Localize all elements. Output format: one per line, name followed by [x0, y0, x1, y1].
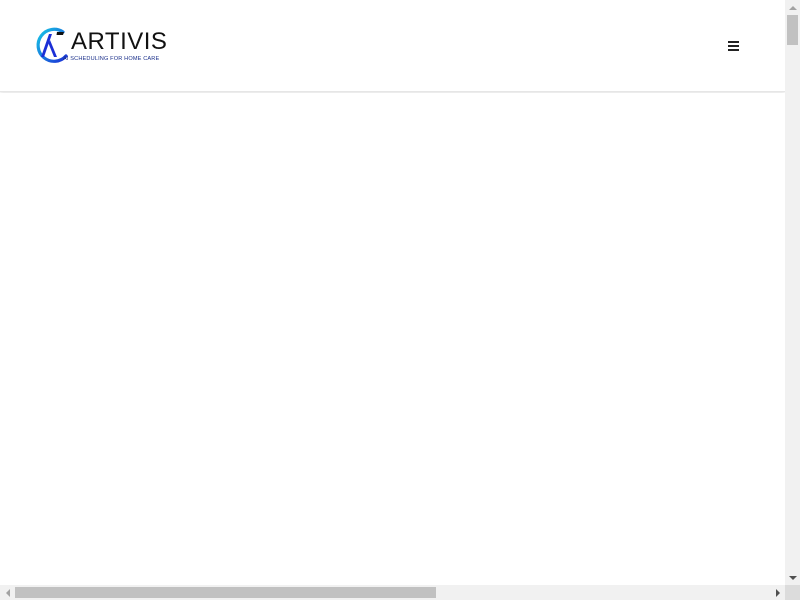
scrollbar-corner	[785, 585, 800, 600]
scroll-right-arrow-icon[interactable]	[770, 585, 785, 600]
vertical-scrollbar[interactable]	[785, 0, 800, 585]
scroll-down-arrow-icon[interactable]	[785, 570, 800, 585]
vertical-scrollbar-thumb[interactable]	[787, 15, 798, 45]
horizontal-scrollbar-thumb[interactable]	[15, 587, 436, 598]
scroll-up-arrow-icon[interactable]	[785, 0, 800, 15]
logo-tagline: AI SCHEDULING FOR HOME CARE	[63, 56, 160, 62]
scroll-left-arrow-icon[interactable]	[0, 585, 15, 600]
hamburger-menu-icon	[727, 41, 739, 51]
site-header: ARTIVIS AI SCHEDULING FOR HOME CARE	[0, 0, 785, 92]
page-content	[0, 93, 785, 585]
logo-wordmark: ARTIVIS	[71, 28, 168, 55]
logo-link[interactable]: ARTIVIS AI SCHEDULING FOR HOME CARE	[33, 26, 167, 68]
menu-button[interactable]	[720, 34, 746, 58]
browser-viewport: ARTIVIS AI SCHEDULING FOR HOME CARE	[0, 0, 785, 585]
horizontal-scrollbar[interactable]	[0, 585, 785, 600]
